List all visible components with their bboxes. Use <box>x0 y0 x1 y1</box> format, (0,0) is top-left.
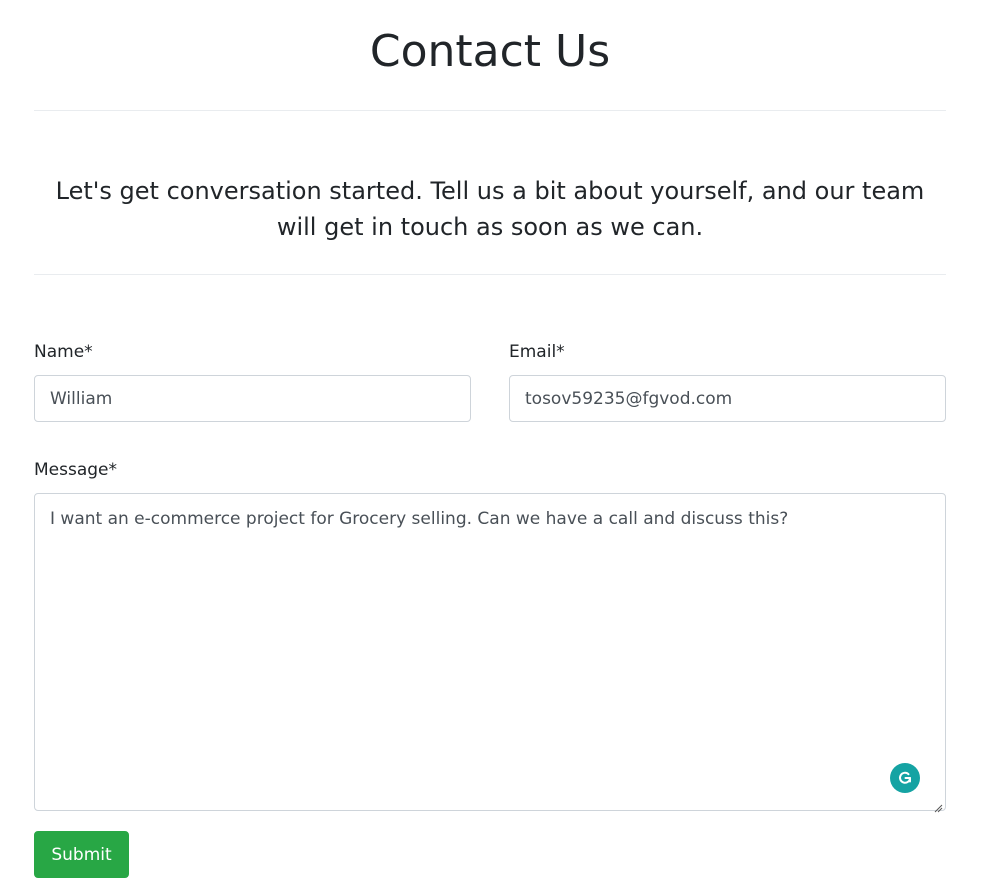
name-label: Name* <box>34 342 93 362</box>
submit-button[interactable]: Submit <box>34 831 129 878</box>
name-field-group: Name* <box>34 341 471 422</box>
page-title: Contact Us <box>369 26 611 77</box>
intro-text: Let's get conversation started. Tell us … <box>55 177 925 241</box>
email-label: Email* <box>509 342 565 362</box>
name-input[interactable] <box>34 375 471 422</box>
message-field-group: Message* I want an e-commerce project fo… <box>34 459 946 813</box>
title-divider <box>34 110 946 111</box>
email-input[interactable] <box>509 375 946 422</box>
contact-form: Name* Email* Message* I want an e-commer… <box>34 341 946 878</box>
intro-divider <box>34 274 946 275</box>
email-field-group: Email* <box>509 341 946 422</box>
grammarly-icon[interactable] <box>890 763 920 793</box>
message-label: Message* <box>34 460 118 480</box>
name-email-row: Name* Email* <box>34 341 946 423</box>
message-textarea[interactable]: I want an e-commerce project for Grocery… <box>34 493 946 811</box>
contact-page: Contact Us Let's get conversation starte… <box>34 0 946 878</box>
message-wrapper: I want an e-commerce project for Grocery… <box>34 493 946 813</box>
resize-handle-icon[interactable] <box>933 798 943 813</box>
